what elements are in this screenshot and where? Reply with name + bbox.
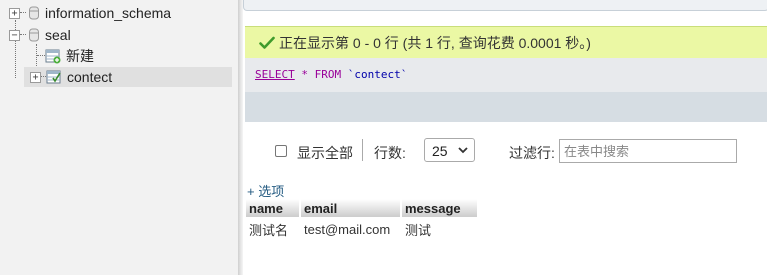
- check-icon: [259, 36, 275, 49]
- navigation-tree: + information_schema − seal 新建 + contect: [0, 0, 238, 275]
- tree-connector: [20, 34, 26, 36]
- show-all-label[interactable]: 显示全部: [297, 143, 353, 163]
- divider: [362, 139, 363, 161]
- tree-connector: [37, 55, 45, 57]
- show-all-checkbox[interactable]: [275, 145, 287, 157]
- database-icon: [29, 6, 39, 20]
- table-cell-message[interactable]: 测试: [401, 217, 479, 242]
- tree-item-new-table[interactable]: 新建: [37, 46, 94, 66]
- main-content: 正在显示第 0 - 0 行 (共 1 行, 查询花费 0.0001 秒。) SE…: [243, 0, 767, 275]
- tree-item-label[interactable]: contect: [67, 69, 112, 85]
- success-message: 正在显示第 0 - 0 行 (共 1 行, 查询花费 0.0001 秒。): [245, 26, 767, 58]
- table-cell-email[interactable]: test@mail.com: [300, 217, 402, 242]
- tree-item-label[interactable]: seal: [45, 27, 71, 43]
- sql-query-box: SELECT * FROM `contect`: [245, 58, 767, 92]
- result-table: name email message 测试名 test@mail.com 测试: [246, 199, 479, 242]
- column-header-message[interactable]: message: [401, 199, 479, 217]
- column-header-email[interactable]: email: [300, 199, 402, 217]
- table-icon: [46, 70, 61, 84]
- rows-label: 行数:: [374, 145, 406, 161]
- tree-item-seal[interactable]: − seal: [9, 25, 71, 45]
- table-cell-name[interactable]: 测试名: [246, 217, 301, 242]
- result-controls: 显示全部 行数: 25 过滤行:: [243, 136, 767, 166]
- sql-table-name: `contect`: [347, 68, 408, 81]
- chevron-down-icon: [458, 147, 468, 154]
- sql-keyword-select[interactable]: SELECT: [255, 68, 295, 81]
- filter-rows-label: 过滤行:: [509, 145, 555, 161]
- tree-connector: [20, 12, 26, 14]
- table-row: 测试名 test@mail.com 测试: [246, 217, 479, 242]
- top-panel-edge: [243, 0, 767, 11]
- table-header-row: name email message: [246, 199, 479, 217]
- tree-item-label[interactable]: information_schema: [45, 5, 171, 21]
- rows-per-page-select[interactable]: 25: [424, 138, 475, 162]
- expand-icon[interactable]: +: [9, 7, 20, 19]
- expand-icon[interactable]: +: [30, 71, 41, 83]
- rows-per-page-value: 25: [432, 143, 448, 159]
- collapse-icon[interactable]: −: [9, 29, 20, 41]
- sql-star: *: [301, 68, 308, 81]
- options-link[interactable]: + 选项: [247, 181, 284, 200]
- new-table-icon: [45, 49, 61, 64]
- sql-query-footer: [245, 92, 767, 122]
- filter-rows-input[interactable]: [559, 139, 737, 163]
- database-icon: [29, 28, 39, 42]
- sql-keyword-from: FROM: [314, 68, 342, 81]
- tree-item-information-schema[interactable]: + information_schema: [9, 3, 171, 23]
- tree-item-contect[interactable]: + contect: [24, 67, 232, 87]
- tree-item-label[interactable]: 新建: [66, 46, 94, 66]
- sql-query: SELECT * FROM `contect`: [255, 68, 407, 81]
- column-header-name[interactable]: name: [246, 199, 301, 217]
- success-message-text: 正在显示第 0 - 0 行 (共 1 行, 查询花费 0.0001 秒。): [279, 34, 591, 51]
